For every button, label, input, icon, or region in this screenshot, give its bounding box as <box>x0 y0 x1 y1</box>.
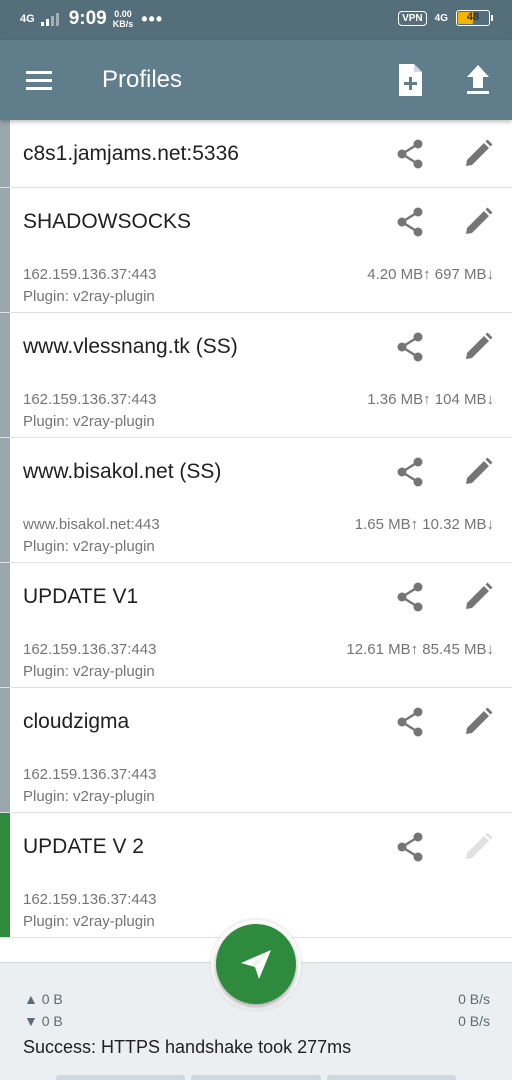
profile-name: www.bisakol.net (SS) <box>23 460 222 483</box>
edit-button[interactable] <box>462 206 494 238</box>
page-title: Profiles <box>102 66 183 93</box>
pencil-icon <box>466 582 493 609</box>
share-button[interactable] <box>394 706 426 738</box>
vpn-icon: VPN <box>398 10 427 26</box>
status-bar: 4G 9:09 0.00 KB/s ••• VPN 4G 48 <box>0 0 512 40</box>
profile-plugin: Plugin: v2ray-plugin <box>23 288 155 305</box>
profile-plugin: Plugin: v2ray-plugin <box>23 538 155 555</box>
edit-button[interactable] <box>462 456 494 488</box>
selection-indicator <box>0 188 10 312</box>
profile-host: 162.159.136.37:443 <box>23 391 157 408</box>
profile-name: c8s1.jamjams.net:5336 <box>23 142 239 165</box>
share-button[interactable] <box>394 456 426 488</box>
add-file-icon <box>399 64 422 96</box>
edit-button[interactable] <box>462 581 494 613</box>
edit-button[interactable] <box>462 138 494 170</box>
share-button[interactable] <box>394 138 426 170</box>
rx-rate: 0 B/s <box>458 1013 490 1029</box>
edit-button[interactable] <box>462 831 494 863</box>
signal-icon <box>40 12 59 26</box>
share-icon <box>397 139 423 169</box>
share-button[interactable] <box>394 831 426 863</box>
network-speed-value: 0.00 <box>114 9 132 19</box>
profile-card[interactable]: www.bisakol.net (SS) www.bisakol.net:443 P… <box>0 438 512 563</box>
profile-card[interactable]: www.vlessnang.tk (SS) 162.159.136.37:443 P… <box>0 313 512 438</box>
upload-icon <box>467 65 489 94</box>
pencil-icon <box>466 332 493 359</box>
profile-plugin: Plugin: v2ray-plugin <box>23 413 155 430</box>
profile-traffic: 12.61 MB↑ 85.45 MB↓ <box>346 641 494 658</box>
share-icon <box>397 457 423 487</box>
selection-indicator <box>0 688 10 812</box>
network-type: 4G <box>20 13 35 25</box>
share-button[interactable] <box>394 331 426 363</box>
profile-host: 162.159.136.37:443 <box>23 266 157 283</box>
selection-indicator <box>0 438 10 562</box>
rx-total: ▼ 0 B <box>24 1013 63 1029</box>
selection-indicator <box>0 563 10 687</box>
profile-card[interactable]: SHADOWSOCKS 162.159.136.37:443 Plugin: v2r… <box>0 188 512 313</box>
pencil-icon <box>466 207 493 234</box>
profile-card[interactable]: UPDATE V1 162.159.136.37:443 Plugin: v2ray… <box>0 563 512 688</box>
network-type-right: 4G <box>434 12 448 24</box>
pencil-icon <box>466 832 493 859</box>
profile-plugin: Plugin: v2ray-plugin <box>23 788 155 805</box>
profile-name: cloudzigma <box>23 710 130 733</box>
pencil-icon <box>466 139 493 166</box>
network-speed-unit: KB/s <box>112 19 134 29</box>
menu-button[interactable] <box>22 64 56 96</box>
more-notifications-icon: ••• <box>141 8 164 29</box>
app-bar: Profiles <box>0 40 512 120</box>
profile-plugin: Plugin: v2ray-plugin <box>23 663 155 680</box>
tx-total: ▲ 0 B <box>24 991 63 1007</box>
profile-list: c8s1.jamjams.net:5336 SHADOWSOCKS 162.159.… <box>0 120 512 938</box>
battery-icon: 48 <box>456 10 493 26</box>
send-icon <box>241 950 271 979</box>
network-speed: 0.00 KB/s <box>113 9 134 29</box>
share-button[interactable] <box>394 206 426 238</box>
profile-host: 162.159.136.37:443 <box>23 891 157 908</box>
share-icon <box>397 707 423 737</box>
add-profile-button[interactable] <box>394 60 426 100</box>
tx-rate: 0 B/s <box>458 991 490 1007</box>
edit-button[interactable] <box>462 331 494 363</box>
connect-button[interactable] <box>216 924 296 1004</box>
profile-host: 162.159.136.37:443 <box>23 766 157 783</box>
share-icon <box>397 207 423 237</box>
share-icon <box>397 832 423 862</box>
profile-traffic: 1.65 MB↑ 10.32 MB↓ <box>354 516 494 533</box>
selection-indicator <box>0 813 10 937</box>
profile-name: SHADOWSOCKS <box>23 210 192 233</box>
profile-name: www.vlessnang.tk (SS) <box>23 335 238 358</box>
pencil-icon <box>466 457 493 484</box>
selection-indicator <box>0 313 10 437</box>
connection-status[interactable]: Success: HTTPS handshake took 277ms <box>23 1037 351 1058</box>
share-icon <box>397 582 423 612</box>
profile-plugin: Plugin: v2ray-plugin <box>23 913 155 930</box>
profile-host: www.bisakol.net:443 <box>23 516 160 533</box>
battery-level: 48 <box>466 11 480 23</box>
profile-traffic: 1.36 MB↑ 104 MB↓ <box>367 391 494 408</box>
profile-host: 162.159.136.37:443 <box>23 641 157 658</box>
profile-traffic: 4.20 MB↑ 697 MB↓ <box>367 266 494 283</box>
pencil-icon <box>466 707 493 734</box>
share-icon <box>397 332 423 362</box>
navigation-bar <box>56 1075 456 1080</box>
profile-name: UPDATE V1 <box>23 585 139 608</box>
clock: 9:09 <box>68 8 107 29</box>
profile-card[interactable]: cloudzigma 162.159.136.37:443 Plugin: v2ra… <box>0 688 512 813</box>
share-button[interactable] <box>394 581 426 613</box>
profile-name: UPDATE V 2 <box>23 835 144 858</box>
import-button[interactable] <box>462 60 494 100</box>
selection-indicator <box>0 120 10 187</box>
edit-button[interactable] <box>462 706 494 738</box>
profile-card[interactable]: c8s1.jamjams.net:5336 <box>0 120 512 188</box>
menu-icon <box>26 71 52 90</box>
